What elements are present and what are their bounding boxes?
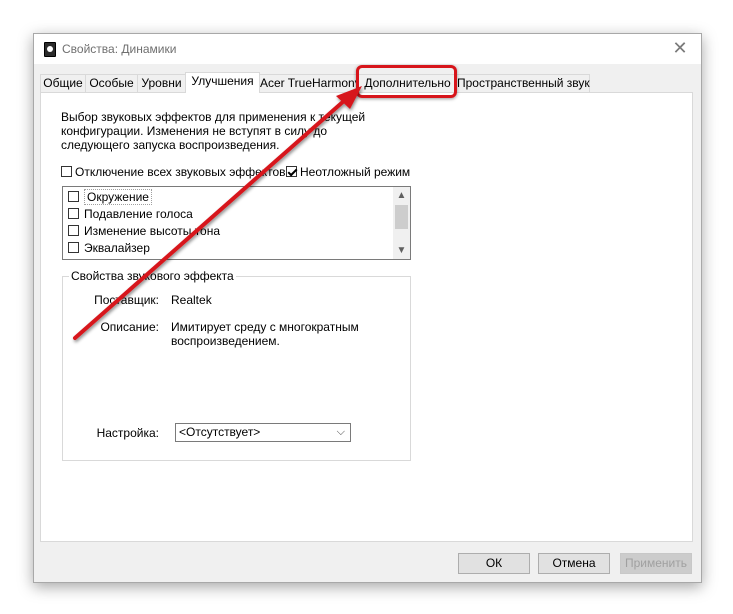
list-item[interactable]: Окружение [68, 188, 152, 205]
checkbox-box[interactable] [68, 208, 79, 220]
effects-scrollbar[interactable]: ▲ ▼ [393, 187, 410, 259]
immediate-mode-label: Неотложный режим [300, 164, 411, 179]
immediate-mode-checkbox[interactable]: Неотложный режим [286, 164, 410, 179]
cancel-button[interactable]: Отмена [538, 553, 610, 574]
list-item[interactable]: Подавление голоса [68, 205, 193, 222]
list-item[interactable] [68, 256, 79, 260]
list-item[interactable]: Изменение высоты тона [68, 222, 220, 239]
list-item[interactable]: Эквалайзер [68, 239, 150, 256]
disable-all-effects-checkbox[interactable]: Отключение всех звуковых эффектов [61, 164, 286, 179]
provider-value: Realtek [171, 293, 212, 307]
checkbox-box-checked[interactable] [286, 166, 297, 178]
effects-listbox[interactable]: Окружение Подавление голоса Изменение вы… [62, 186, 411, 260]
tab-acer-trueharmony[interactable]: Acer TrueHarmony [259, 74, 361, 92]
ok-button[interactable]: ОК [458, 553, 530, 574]
description-value: Имитирует среду с многократным воспроизв… [171, 320, 359, 348]
description-label: Описание: [100, 320, 159, 334]
effect-label: Подавление голоса [84, 206, 193, 221]
effect-label: Изменение высоты тона [84, 223, 221, 238]
chevron-down-icon[interactable]: ▼ [393, 242, 410, 259]
group-title: Свойства звукового эффекта [69, 269, 236, 283]
speaker-icon [44, 42, 56, 57]
close-icon[interactable]: ✕ [667, 37, 693, 61]
title-bar[interactable]: Свойства: Динамики ✕ [34, 34, 701, 64]
tab-enhancements[interactable]: Улучшения [185, 72, 260, 93]
enhancements-panel: Выбор звуковых эффектов для применения к… [40, 92, 693, 542]
tab-general[interactable]: Общие [40, 74, 86, 92]
checkbox-box[interactable] [68, 259, 79, 260]
apply-button[interactable]: Применить [620, 553, 692, 574]
tab-strip: Общие Особые Уровни Улучшения Acer TrueH… [40, 72, 695, 93]
enhancements-description: Выбор звуковых эффектов для применения к… [61, 110, 366, 152]
checkbox-box[interactable] [68, 225, 79, 237]
checkbox-box[interactable] [68, 191, 79, 203]
setting-label: Настройка: [96, 426, 159, 440]
scroll-thumb[interactable] [395, 205, 408, 229]
tab-levels[interactable]: Уровни [137, 74, 186, 92]
chevron-down-icon: ⌵ [336, 426, 345, 438]
setting-dropdown[interactable]: <Отсутствует> ⌵ [175, 423, 351, 442]
tab-spatial-sound[interactable]: Пространственный звук [456, 74, 590, 92]
tab-special[interactable]: Особые [85, 74, 138, 92]
effect-properties-group: Свойства звукового эффекта Поставщик: Re… [62, 269, 411, 461]
effect-label: Окружение [84, 188, 152, 205]
effect-label: Эквалайзер [84, 240, 150, 255]
chevron-up-icon[interactable]: ▲ [393, 187, 410, 204]
disable-all-effects-label: Отключение всех звуковых эффектов [75, 164, 286, 179]
window-title: Свойства: Динамики [62, 42, 177, 56]
checkbox-box[interactable] [61, 166, 72, 178]
setting-value: <Отсутствует> [179, 425, 261, 439]
tab-advanced[interactable]: Дополнительно [358, 74, 457, 92]
provider-label: Поставщик: [94, 293, 159, 307]
checkbox-box[interactable] [68, 242, 79, 254]
properties-dialog: Свойства: Динамики ✕ Общие Особые Уровни… [33, 33, 702, 583]
